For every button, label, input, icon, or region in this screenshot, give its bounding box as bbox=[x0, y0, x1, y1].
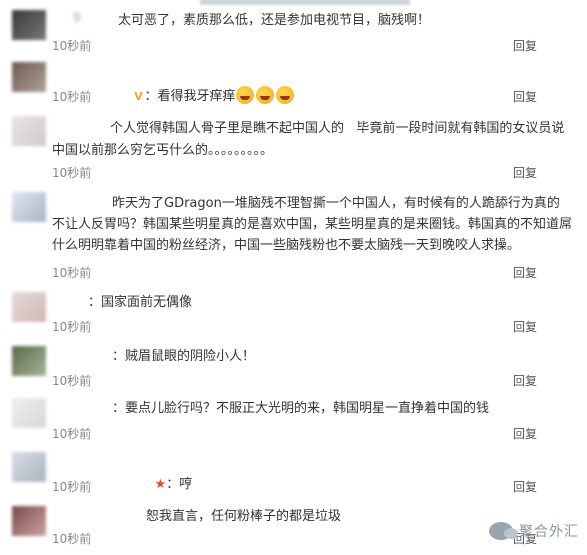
avatar[interactable] bbox=[12, 62, 46, 92]
avatar[interactable] bbox=[12, 506, 46, 536]
comment-time: 10秒前 bbox=[52, 39, 92, 53]
angry-emoji-icon bbox=[275, 86, 294, 104]
comment-item: 昨天为了GDragon一堆脑残不理智撕一个中国人，有时候有的人跪舔行为真的不让人… bbox=[0, 192, 587, 280]
username[interactable] bbox=[52, 400, 112, 418]
avatar[interactable] bbox=[12, 116, 46, 146]
comment-item: ：要点儿脸行吗？不服正大光明的来，韩国明星一直挣着中国的钱 10秒前 回复 bbox=[0, 398, 587, 446]
angry-emoji-icon bbox=[235, 86, 254, 104]
comment-time: 10秒前 bbox=[52, 532, 92, 546]
comment-item: V ：看得我牙痒痒 10秒前 回复 bbox=[0, 62, 587, 107]
comment-item: ：国家面前无偶像 10秒前 回复 bbox=[0, 292, 587, 337]
comment-text: 恕我直言，任何粉棒子的都是垃圾 bbox=[146, 509, 342, 524]
watermark-text: 聚合外汇 bbox=[519, 524, 579, 540]
avatar[interactable] bbox=[12, 398, 46, 428]
reply-button[interactable]: 回复 bbox=[513, 164, 537, 181]
comment-item: ★：哼 10秒前 回复 bbox=[0, 452, 587, 497]
comment-item: 个人觉得韩国人骨子里是瞧不起中国人的 毕竟前一段时间就有韩国的女议员说中国以前那… bbox=[0, 116, 587, 181]
avatar[interactable] bbox=[12, 192, 46, 222]
comment-time: 10秒前 bbox=[52, 320, 92, 334]
comment-text: ：贼眉鼠眼的阴险小人！ bbox=[112, 349, 256, 364]
username[interactable] bbox=[52, 64, 114, 82]
username[interactable]: 9 bbox=[52, 10, 112, 28]
comment-item: 9 太可恶了，素质那么低，还是参加电视节目，脑残啊！ 10秒前 回复 bbox=[0, 8, 587, 53]
reply-button[interactable]: 回复 bbox=[513, 37, 537, 54]
comment-item: ：贼眉鼠眼的阴险小人！ 10秒前 回复 bbox=[0, 346, 587, 391]
reply-button[interactable]: 回复 bbox=[513, 425, 537, 442]
comment-text: ：国家面前无偶像 bbox=[88, 295, 193, 310]
reply-button[interactable]: 回复 bbox=[513, 318, 537, 335]
reply-button[interactable]: 回复 bbox=[513, 478, 537, 495]
wechat-icon bbox=[489, 522, 518, 540]
star-icon: ★ bbox=[154, 477, 167, 492]
comment-text: 昨天为了GDragon一堆脑残不理智撕一个中国人，有时候有的人跪舔行为真的不让人… bbox=[52, 196, 573, 253]
comment-time: 10秒前 bbox=[52, 427, 92, 441]
comment-time: 10秒前 bbox=[52, 266, 92, 280]
username[interactable] bbox=[52, 348, 112, 366]
clipped-header bbox=[0, 0, 587, 8]
reply-button[interactable]: 回复 bbox=[513, 264, 537, 281]
reply-button[interactable]: 回复 bbox=[513, 372, 537, 389]
angry-emoji-icon bbox=[255, 86, 274, 104]
comment-time: 10秒前 bbox=[52, 90, 92, 104]
comment-time: 10秒前 bbox=[52, 480, 92, 494]
verified-icon: V bbox=[134, 90, 143, 103]
comment-time: 10秒前 bbox=[52, 374, 92, 388]
username[interactable] bbox=[52, 454, 130, 472]
comment-text: 个人觉得韩国人骨子里是瞧不起中国人的 毕竟前一段时间就有韩国的女议员说中国以前那… bbox=[52, 121, 565, 158]
comment-text: 太可恶了，素质那么低，还是参加电视节目，脑残啊！ bbox=[118, 13, 431, 28]
username[interactable] bbox=[52, 294, 88, 312]
comment-text: ：要点儿脸行吗？不服正大光明的来，韩国明星一直挣着中国的钱 bbox=[112, 401, 490, 416]
avatar[interactable] bbox=[12, 10, 46, 40]
watermark: 聚合外汇 bbox=[489, 521, 579, 541]
avatar[interactable] bbox=[12, 292, 46, 322]
username[interactable] bbox=[52, 508, 134, 526]
avatar[interactable] bbox=[12, 346, 46, 376]
comment-time: 10秒前 bbox=[52, 166, 92, 180]
reply-button[interactable]: 回复 bbox=[513, 88, 537, 105]
avatar[interactable] bbox=[12, 452, 46, 482]
